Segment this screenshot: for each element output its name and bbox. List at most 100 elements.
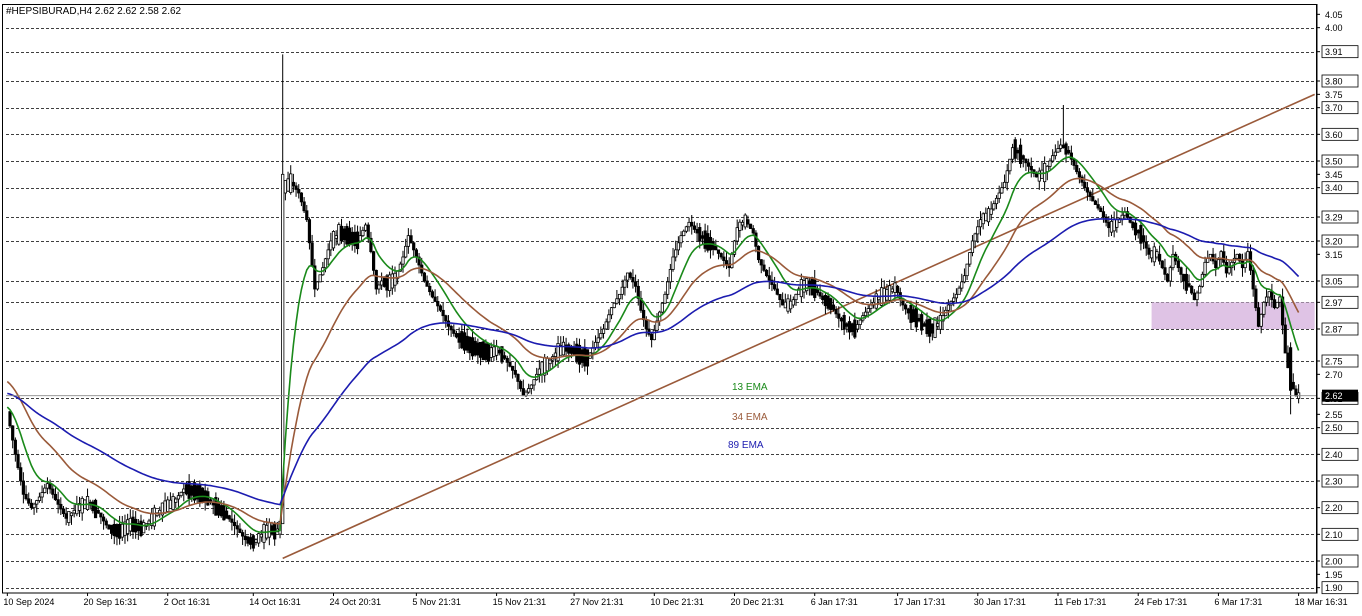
candle-body [1056, 148, 1060, 153]
candle-body [1256, 307, 1261, 327]
candle-body [1166, 273, 1170, 282]
candle-body [1192, 292, 1196, 301]
candle-body [37, 496, 42, 501]
candle-body [1147, 247, 1151, 255]
candle-body [909, 304, 913, 323]
candle-body [241, 532, 245, 537]
candle-body [1115, 218, 1119, 228]
candle-body [519, 381, 523, 389]
candle-body [200, 487, 205, 503]
candle-body [414, 249, 418, 258]
time-label: 5 Nov 21:31 [412, 597, 461, 607]
candle-body [297, 189, 301, 194]
candle-body [345, 226, 349, 245]
candle-body [914, 307, 918, 328]
candle-body [1016, 149, 1020, 154]
time-label: 24 Feb 17:31 [1134, 597, 1187, 607]
price-label: 3.05 [1325, 277, 1343, 287]
candle-body [347, 227, 352, 246]
candle-body [607, 314, 611, 323]
candle-body [85, 496, 90, 510]
candle-body [853, 319, 857, 338]
candle-body [1158, 253, 1162, 262]
candle-body [494, 345, 499, 356]
time-label: 15 Nov 21:31 [493, 597, 547, 607]
time-label: 11 Feb 17:31 [1054, 597, 1106, 607]
price-label: 3.60 [1325, 130, 1343, 140]
candle-body [687, 221, 691, 228]
candle-body [917, 317, 921, 322]
candle-body [361, 229, 365, 237]
candle-body [452, 329, 456, 334]
candle-body [96, 509, 100, 514]
candle-body [759, 259, 763, 266]
candle-body [1075, 165, 1079, 173]
candle-body [997, 192, 1001, 199]
price-label: 2.50 [1325, 423, 1343, 433]
candle-body [13, 439, 17, 455]
price-label: 4.00 [1325, 23, 1343, 33]
candle-body [355, 231, 360, 250]
candle-body [329, 240, 333, 251]
time-label: 18 Mar 16:31 [1295, 597, 1348, 607]
price-label: 3.15 [1325, 250, 1343, 260]
candle-body [850, 323, 854, 333]
candle-body [690, 221, 694, 227]
candle-body [1198, 285, 1202, 294]
candle-body [476, 342, 480, 356]
candle-body [21, 480, 25, 495]
candle-body [289, 173, 293, 193]
candle-body [283, 180, 287, 194]
candle-body [93, 499, 98, 519]
candle-body [1040, 169, 1044, 179]
candle-body [40, 492, 44, 498]
candle-body [1112, 218, 1116, 232]
candle-body [222, 505, 226, 521]
candle-body [599, 333, 603, 339]
candle-body [516, 373, 520, 382]
candle-body [938, 314, 942, 330]
candle-body [773, 284, 777, 290]
candle-body [190, 485, 194, 496]
candle-body [1029, 165, 1033, 171]
candle-body [762, 264, 766, 271]
candle-body [842, 314, 846, 330]
candle-body [1101, 211, 1106, 218]
candle-body [631, 277, 635, 283]
candle-body [572, 347, 576, 356]
candle-body [537, 368, 541, 375]
candle-body [198, 484, 202, 503]
candle-body [358, 235, 362, 242]
candle-body [845, 323, 849, 327]
candle-body [257, 533, 261, 544]
candle-body [666, 281, 670, 295]
candle-body [719, 253, 723, 258]
price-label: 2.30 [1325, 477, 1343, 487]
candle-body [1270, 291, 1274, 301]
chart-canvas[interactable]: 4.05 4.00 3.91 3.80 3.75 3.70 3.60 3.50 3.45 3.40… [0, 0, 1362, 611]
candle-body [802, 280, 806, 293]
candle-body [703, 230, 707, 249]
price-chart[interactable]: 4.05 4.00 3.91 3.80 3.75 3.70 3.60 3.50 3.45 3.40… [0, 0, 1362, 611]
candle-body [1190, 285, 1194, 294]
candle-body [107, 524, 111, 530]
candle-body [179, 491, 183, 497]
candle-body [837, 313, 841, 319]
candle-body [548, 359, 552, 365]
candle-body [64, 513, 68, 519]
candle-body [1085, 187, 1090, 193]
candle-body [142, 522, 146, 534]
candle-body [1107, 221, 1111, 229]
time-label: 20 Sep 16:31 [84, 597, 138, 607]
candle-body [1278, 296, 1282, 303]
candle-body [1005, 170, 1009, 183]
candle-body [663, 293, 667, 304]
candle-body [468, 336, 472, 354]
candle-body [1259, 313, 1263, 327]
candle-body [99, 512, 103, 518]
candle-body [609, 307, 614, 316]
chart-title: #HEPSIBURAD,H4 2.62 2.62 2.58 2.62 [6, 6, 182, 17]
candle-body [674, 249, 678, 258]
candle-body [620, 286, 624, 295]
candle-body [270, 525, 274, 535]
